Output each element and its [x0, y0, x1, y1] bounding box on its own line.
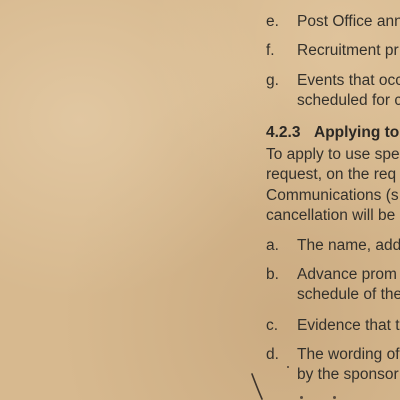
pen-mark — [251, 373, 263, 400]
section-number: 4.2.3 — [266, 124, 301, 141]
list-item-text: Evidence that t — [297, 317, 400, 334]
paragraph-line: request, on the req — [266, 166, 397, 183]
speck — [300, 396, 303, 399]
list-item-letter: b. — [266, 266, 279, 283]
document-page: e. Post Office ann f. Recruitment pr g. … — [0, 0, 400, 400]
section-title: Applying to — [314, 124, 400, 141]
list-item-letter: a. — [266, 237, 279, 254]
list-item-text: Advance prom — [297, 266, 397, 283]
list-item-letter: c. — [266, 317, 279, 334]
paragraph-line: To apply to use spe — [266, 146, 400, 163]
list-item-text: scheduled for c — [297, 92, 400, 109]
speck — [287, 366, 289, 368]
list-item-text: Post Office ann — [297, 13, 400, 30]
speck — [333, 396, 336, 399]
paragraph-line: Communications (s — [266, 187, 399, 204]
list-item-text: Recruitment pr — [297, 42, 399, 59]
list-item-text: The name, add — [297, 237, 400, 254]
list-item-letter: g. — [266, 72, 279, 89]
list-item-letter: e. — [266, 13, 279, 30]
list-item-text: schedule of the — [297, 286, 400, 303]
list-item-letter: f. — [266, 42, 275, 59]
paragraph-line: cancellation will be — [266, 207, 396, 224]
list-item-text: by the sponsor — [297, 366, 399, 383]
list-item-text: The wording of — [297, 346, 400, 363]
list-item-text: Events that occ — [297, 72, 400, 89]
list-item-letter: d. — [266, 346, 279, 363]
